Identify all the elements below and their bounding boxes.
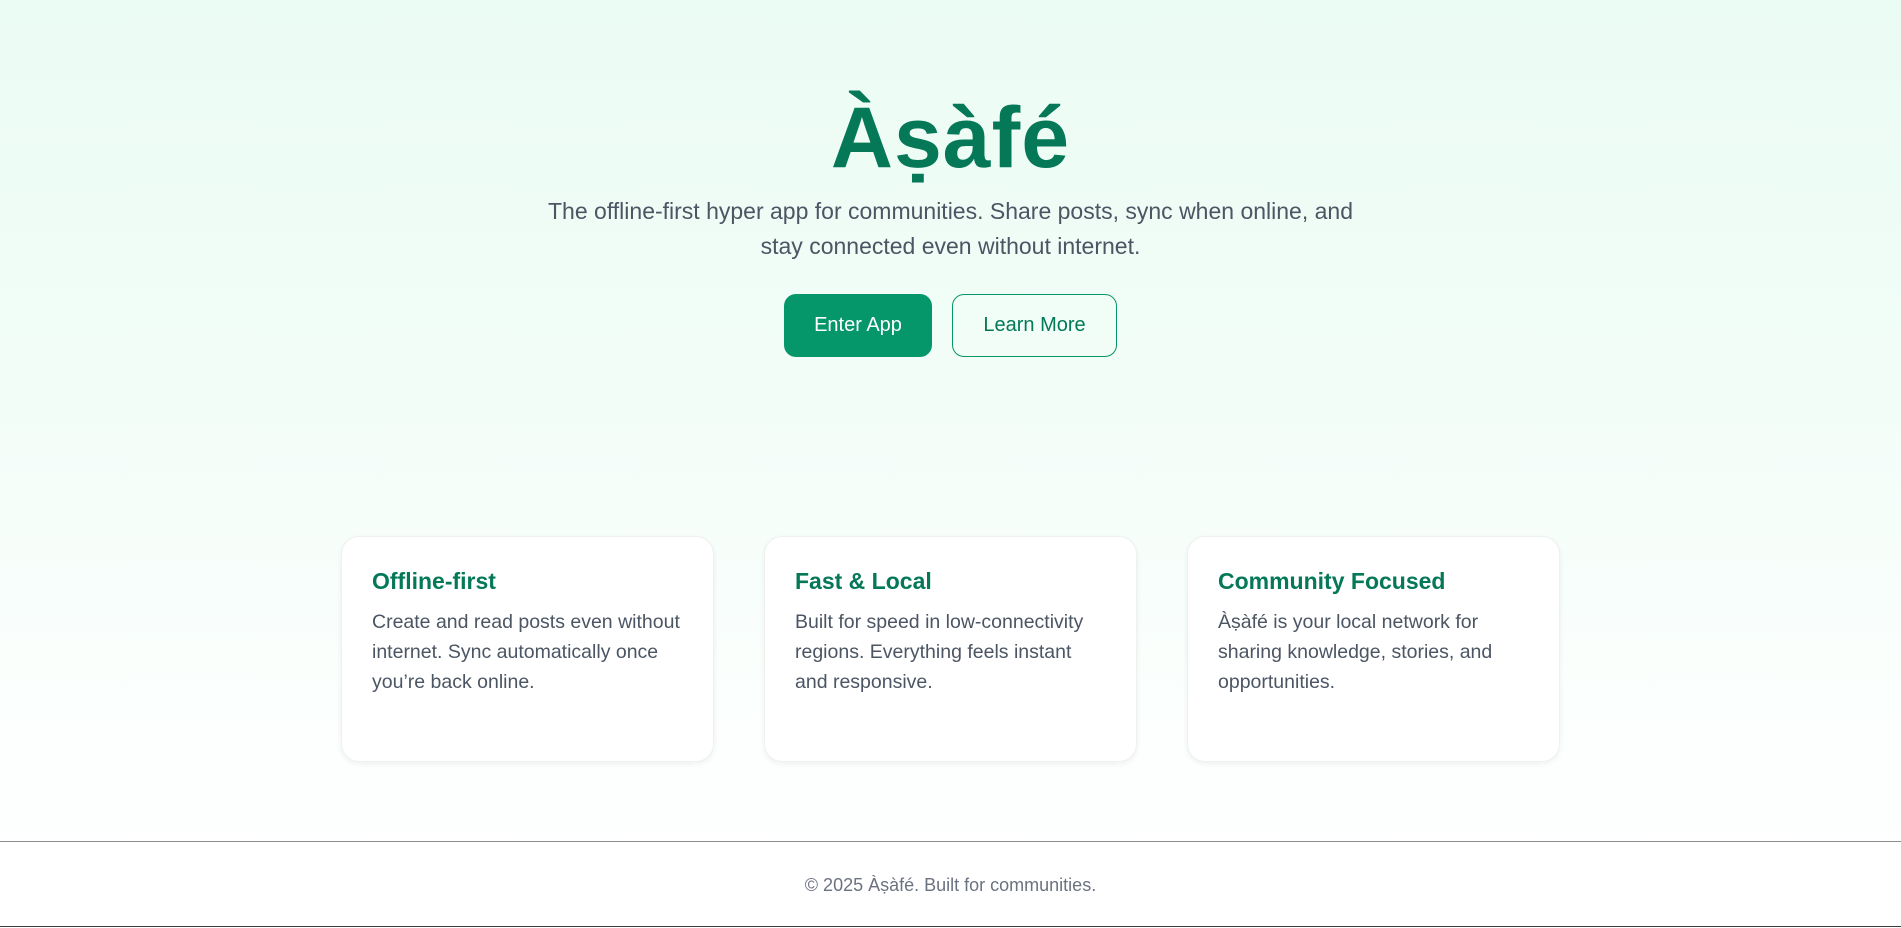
- feature-card-title: Fast & Local: [795, 568, 932, 594]
- feature-card-text: Built for speed in low-connectivity regi…: [795, 611, 1084, 693]
- hero-actions: Enter App Learn More: [784, 294, 1117, 357]
- feature-card-text: Àṣàfé is your local network for sharing …: [1218, 611, 1493, 693]
- feature-card-title: Community Focused: [1218, 568, 1446, 594]
- feature-card-text: Create and read posts even without inter…: [372, 611, 680, 693]
- feature-card-offline-first: Offline-first Create and read posts even…: [341, 536, 714, 762]
- feature-card-fast-local: Fast & Local Built for speed in low-conn…: [764, 536, 1137, 762]
- feature-card-title: Offline-first: [372, 568, 496, 594]
- brand-title: Àṣàfé: [830, 90, 1071, 186]
- feature-card-community-focused: Community Focused Àṣàfé is your local ne…: [1187, 536, 1560, 762]
- page-footer: © 2025 Àṣàfé. Built for communities.: [0, 841, 1901, 927]
- features-section: Offline-first Create and read posts even…: [341, 536, 1560, 762]
- enter-app-button[interactable]: Enter App: [784, 294, 932, 357]
- hero-tagline: The offline-first hyper app for communit…: [548, 198, 1353, 259]
- footer-copyright: © 2025 Àṣàfé. Built for communities.: [804, 875, 1097, 895]
- learn-more-button[interactable]: Learn More: [952, 294, 1117, 357]
